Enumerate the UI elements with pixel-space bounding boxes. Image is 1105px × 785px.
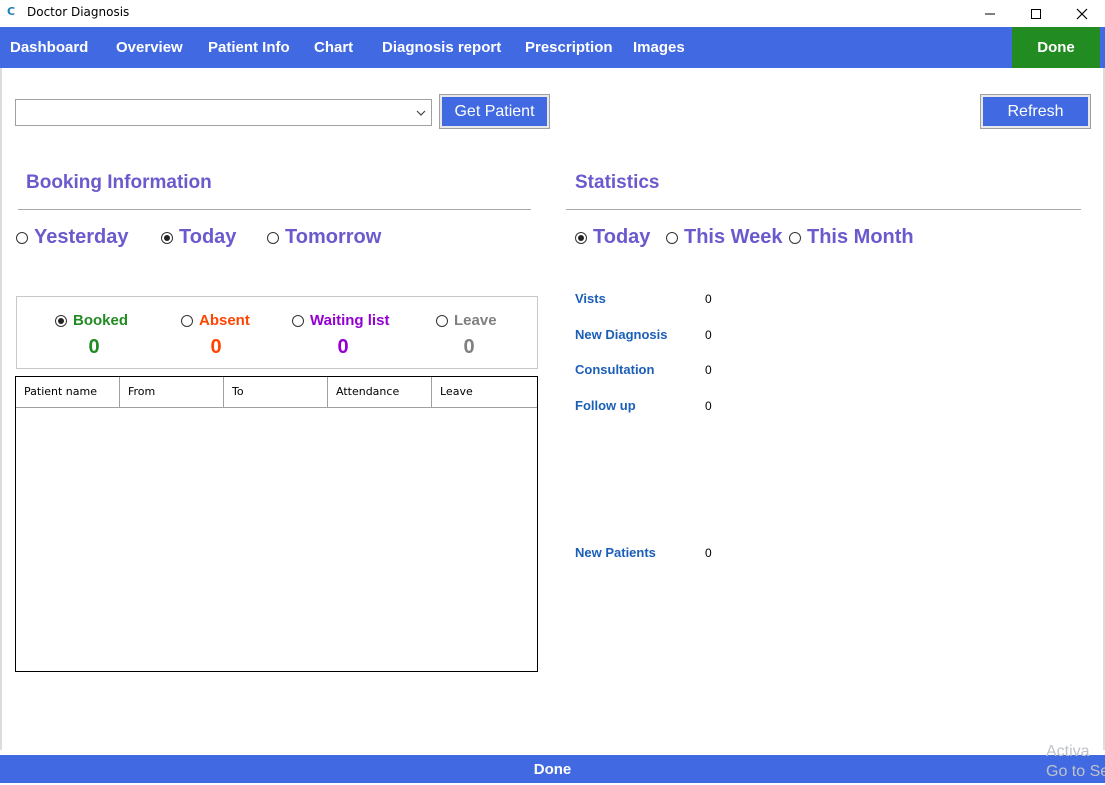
table-header: Patient name From To Attendance Leave [16,377,537,408]
stat-visits-value: 0 [705,292,712,306]
nav-diagnosis-report[interactable]: Diagnosis report [382,27,501,68]
column-from[interactable]: From [120,377,224,407]
radio-yesterday[interactable]: Yesterday [16,226,129,249]
absent-count: 0 [210,336,222,358]
radio-this-month-label: This Month [807,226,914,248]
stat-new-diagnosis-value: 0 [705,328,712,342]
waiting-list-count: 0 [337,336,349,358]
radio-today[interactable]: Today [161,226,236,249]
radio-dot [292,314,304,327]
window-title: Doctor Diagnosis [27,5,130,19]
radio-this-week[interactable]: This Week [666,226,783,249]
get-patient-label: Get Patient [442,97,547,126]
nav-edge [1100,27,1105,68]
radio-absent[interactable]: Absent [181,312,250,329]
nav-overview[interactable]: Overview [116,27,183,68]
radio-stats-today-label: Today [593,226,651,248]
stat-visits-label: Vists [575,291,606,306]
booked-count: 0 [88,336,100,358]
refresh-button[interactable]: Refresh [980,94,1091,129]
get-patient-button[interactable]: Get Patient [439,94,550,129]
radio-dot [161,231,173,244]
statistics-title: Statistics [575,172,660,193]
radio-dot [181,314,193,327]
nav-dashboard[interactable]: Dashboard [10,27,88,68]
radio-dot [575,231,587,244]
patient-table[interactable]: Patient name From To Attendance Leave [15,376,538,672]
radio-booked[interactable]: Booked [55,312,128,329]
radio-dot [267,231,279,244]
leave-count: 0 [463,336,475,358]
radio-leave[interactable]: Leave [436,312,497,329]
stat-follow-up-label: Follow up [575,398,636,413]
maximize-button[interactable] [1013,0,1059,27]
stat-new-patients-label: New Patients [575,545,656,560]
radio-stats-today[interactable]: Today [575,226,650,249]
radio-dot [789,231,801,244]
nav-bar: Dashboard Overview Patient Info Chart Di… [0,27,1105,68]
title-bar: C Doctor Diagnosis [0,0,1105,27]
nav-done-button[interactable]: Done [1012,27,1100,68]
radio-today-label: Today [179,226,237,248]
nav-prescription[interactable]: Prescription [525,27,613,68]
close-icon [1076,8,1088,19]
close-button[interactable] [1059,0,1105,27]
minimize-button[interactable] [967,0,1013,27]
radio-booked-label: Booked [73,312,129,329]
radio-this-week-label: This Week [684,226,783,248]
maximize-icon [1031,8,1041,19]
stat-consultation-value: 0 [705,363,712,377]
radio-dot [666,231,678,244]
booking-divider [18,209,531,210]
statistics-divider [566,209,1081,210]
footer-done-button[interactable]: Done [0,755,1105,783]
radio-yesterday-label: Yesterday [34,226,129,248]
radio-waiting-list[interactable]: Waiting list [292,312,389,329]
stat-new-patients-value: 0 [705,546,712,560]
column-leave[interactable]: Leave [432,377,537,407]
radio-tomorrow-label: Tomorrow [285,226,382,248]
nav-patient-info[interactable]: Patient Info [208,27,290,68]
refresh-label: Refresh [983,97,1088,126]
column-to[interactable]: To [224,377,328,407]
stat-follow-up-value: 0 [705,399,712,413]
minimize-icon [985,13,995,14]
chevron-down-icon [416,110,426,116]
booking-title: Booking Information [26,172,212,193]
radio-absent-label: Absent [199,312,250,329]
nav-chart[interactable]: Chart [314,27,353,68]
attendance-filter-box: Booked 0 Absent 0 Waiting list 0 Leave 0 [16,296,538,369]
radio-dot [436,314,448,327]
stat-new-diagnosis-label: New Diagnosis [575,327,668,342]
radio-dot [16,231,28,244]
radio-waiting-list-label: Waiting list [310,312,390,329]
watermark-line2: Go to Se [1046,763,1105,780]
radio-leave-label: Leave [454,312,497,329]
patient-select[interactable] [15,99,432,126]
column-patient-name[interactable]: Patient name [16,377,120,407]
radio-dot [55,314,67,327]
radio-this-month[interactable]: This Month [789,226,914,249]
nav-images[interactable]: Images [633,27,685,68]
radio-tomorrow[interactable]: Tomorrow [267,226,381,249]
column-attendance[interactable]: Attendance [328,377,432,407]
activation-watermark: Activa Go to Se [1046,742,1105,782]
app-icon: C [7,5,16,18]
watermark-line1: Activa [1046,743,1090,760]
stat-consultation-label: Consultation [575,362,655,377]
